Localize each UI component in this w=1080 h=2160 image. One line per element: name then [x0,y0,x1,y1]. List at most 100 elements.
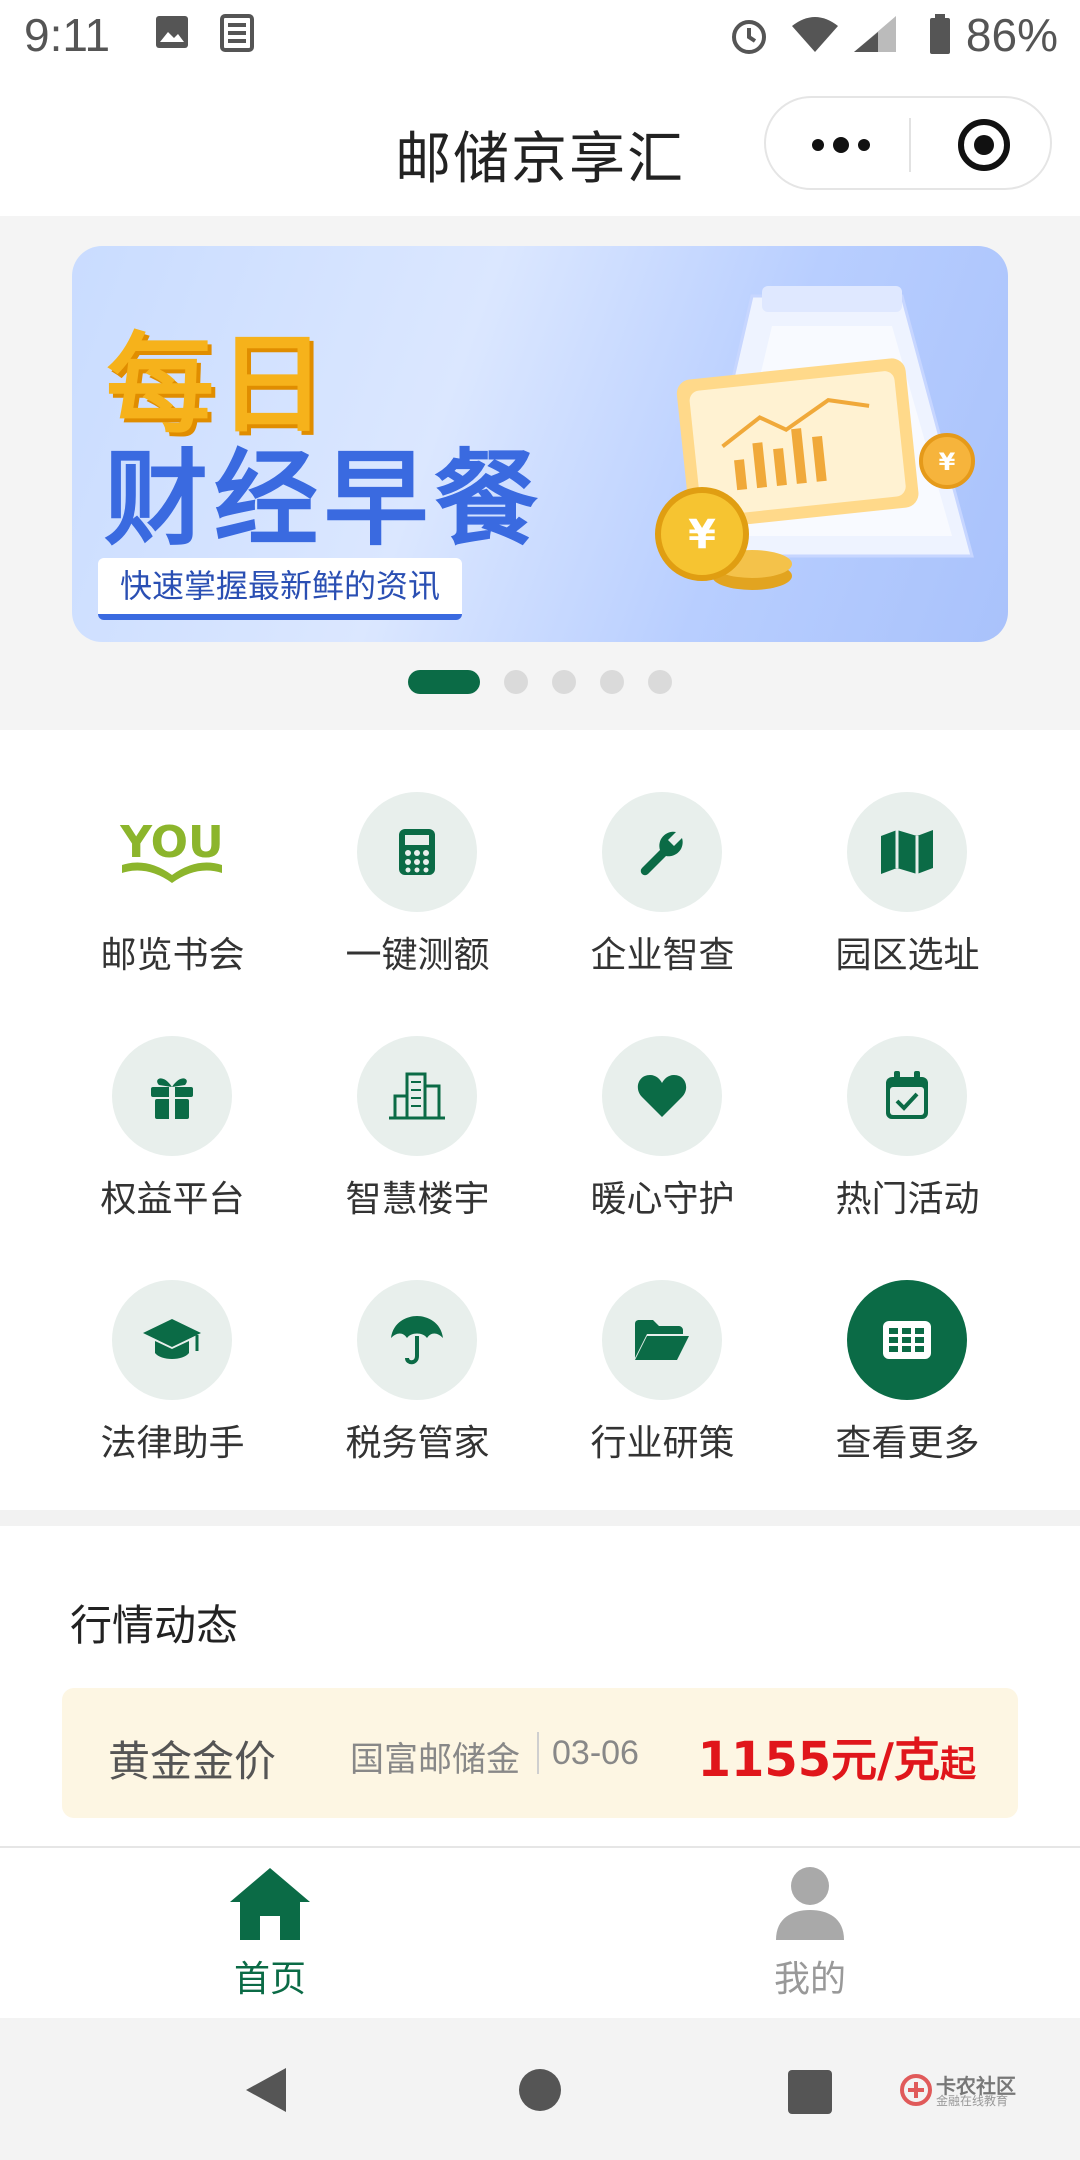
grid-item-legal-assistant[interactable]: 法律助手 [50,1280,295,1480]
watermark: 卡农社区 金融在线教育 [900,2070,1040,2110]
folder-open-icon [635,1320,689,1360]
wifi-icon [792,17,838,52]
miniprogram-capsule [764,96,1052,190]
you-logo-icon: YOU [119,817,224,883]
umbrella-icon [391,1316,443,1365]
icon-circle: YOU [112,792,232,912]
bottom-tab-bar: 首页 我的 [0,1846,1080,2018]
wrench-icon [640,831,683,876]
svg-text:YOU: YOU [119,817,223,868]
pagination-dot[interactable] [648,670,672,694]
grid-item-rights-platform[interactable]: 权益平台 [50,1036,295,1236]
grid-item-park-site[interactable]: 园区选址 [785,792,1030,992]
gold-price-date: 03-06 [552,1734,639,1772]
grid-item-label: 企业智查 [590,935,735,976]
price-unit: 元/克 [831,1733,940,1787]
grid-item-label: 法律助手 [100,1423,245,1464]
tab-home-label: 首页 [233,1959,306,2000]
grid-item-label: 暖心守护 [590,1179,735,1220]
icon-circle [602,1036,722,1156]
grid-item-label: 权益平台 [100,1179,245,1220]
banner-line2: 财经早餐 [104,438,545,560]
gold-price-card[interactable]: 黄金金价 国富邮储金 03-06 1155元/克起 [62,1688,1018,1818]
icon-circle [847,792,967,912]
grid-item-youlan-book-club[interactable]: YOU 邮览书会 [50,792,295,992]
market-section: 行情动态 黄金金价 国富邮储金 03-06 1155元/克起 [0,1526,1080,1846]
status-bar: 9:11 86% [0,0,1080,72]
icon-circle [602,1280,722,1400]
icon-circle [357,792,477,912]
icon-circle [357,1036,477,1156]
grid-item-label: 智慧楼宇 [345,1179,490,1220]
heart-icon [637,1075,687,1117]
title-bar: 邮储京享汇 [0,72,1080,216]
grid-item-label: 热门活动 [835,1179,980,1220]
grid-icon [883,1321,931,1359]
back-icon[interactable] [244,2066,288,2114]
signal-icon [854,16,896,52]
icon-circle [112,1280,232,1400]
grid-item-industry-research[interactable]: 行业研策 [540,1280,785,1480]
image-icon [156,16,188,48]
building-icon [389,1072,445,1120]
home-icon [230,1868,310,1940]
grid-item-hot-events[interactable]: 热门活动 [785,1036,1030,1236]
section-heading: 行情动态 [70,1601,239,1650]
battery-level: 86% [965,9,1058,61]
pagination-dot-active[interactable] [408,670,480,694]
svg-text:¥: ¥ [939,448,956,476]
grid-item-label: 一键测额 [345,935,490,976]
home-button-icon[interactable] [518,2068,562,2112]
price-suffix: 起 [939,1744,976,1785]
grid-item-warm-care[interactable]: 暖心守护 [540,1036,785,1236]
gold-price-name: 黄金金价 [108,1737,277,1786]
capsule-divider [909,118,911,172]
service-grid: YOU 邮览书会 一键测额 企业智查 园区选址 权益平台 智慧楼宇 暖心守护 热… [0,730,1080,1510]
grid-item-tax-steward[interactable]: 税务管家 [295,1280,540,1480]
icon-circle [357,1280,477,1400]
watermark-subtitle: 金融在线教育 [936,2094,1009,2108]
grid-item-label: 行业研策 [590,1423,735,1464]
banner-financial-breakfast[interactable]: 每日 财经早餐 快速掌握最新鲜的资讯 ¥ ¥ [72,246,1008,642]
user-icon [776,1867,844,1940]
icon-circle [112,1036,232,1156]
grid-item-view-more[interactable]: 查看更多 [785,1280,1030,1480]
recents-icon[interactable] [788,2070,832,2114]
news-icon [220,14,254,52]
gold-price-value: 1155元/克起 [698,1724,976,1790]
graduation-cap-icon [143,1319,201,1359]
grid-item-label: 邮览书会 [100,935,245,976]
tab-mine-label: 我的 [773,1959,846,2000]
pagination-dot[interactable] [504,670,528,694]
status-time: 9:11 [24,9,111,61]
tab-mine[interactable]: 我的 [700,1866,920,2006]
calendar-check-icon [886,1071,928,1119]
map-icon [881,830,933,874]
grid-item-smart-building[interactable]: 智慧楼宇 [295,1036,540,1236]
calendar-coin-illustration: ¥ ¥ [655,286,975,590]
svg-text:¥: ¥ [688,512,716,558]
section-divider [0,1510,1080,1526]
price-number: 1155 [697,1732,832,1788]
pagination-dot[interactable] [552,670,576,694]
tab-home[interactable]: 首页 [160,1866,380,2006]
gold-price-divider [537,1732,539,1774]
banner-area: 每日 财经早餐 快速掌握最新鲜的资讯 ¥ ¥ [0,216,1080,730]
more-options-icon[interactable] [806,120,876,170]
watermark-logo [900,2074,932,2106]
grid-item-label: 查看更多 [835,1423,980,1464]
system-nav-bar: 卡农社区 金融在线教育 [0,2018,1080,2160]
banner-pagination [0,670,1080,694]
grid-item-label: 税务管家 [345,1423,490,1464]
gift-icon [151,1078,193,1119]
close-miniprogram-icon[interactable] [956,117,1012,173]
icon-circle [602,792,722,912]
gold-price-source: 国富邮储金 [350,1740,520,1780]
grid-item-label: 园区选址 [835,935,980,976]
grid-item-enterprise-check[interactable]: 企业智查 [540,792,785,992]
grid-item-quick-quota[interactable]: 一键测额 [295,792,540,992]
battery-icon [930,14,950,54]
banner-tag: 快速掌握最新鲜的资讯 [98,558,463,620]
pagination-dot[interactable] [600,670,624,694]
alarm-icon [732,20,766,54]
